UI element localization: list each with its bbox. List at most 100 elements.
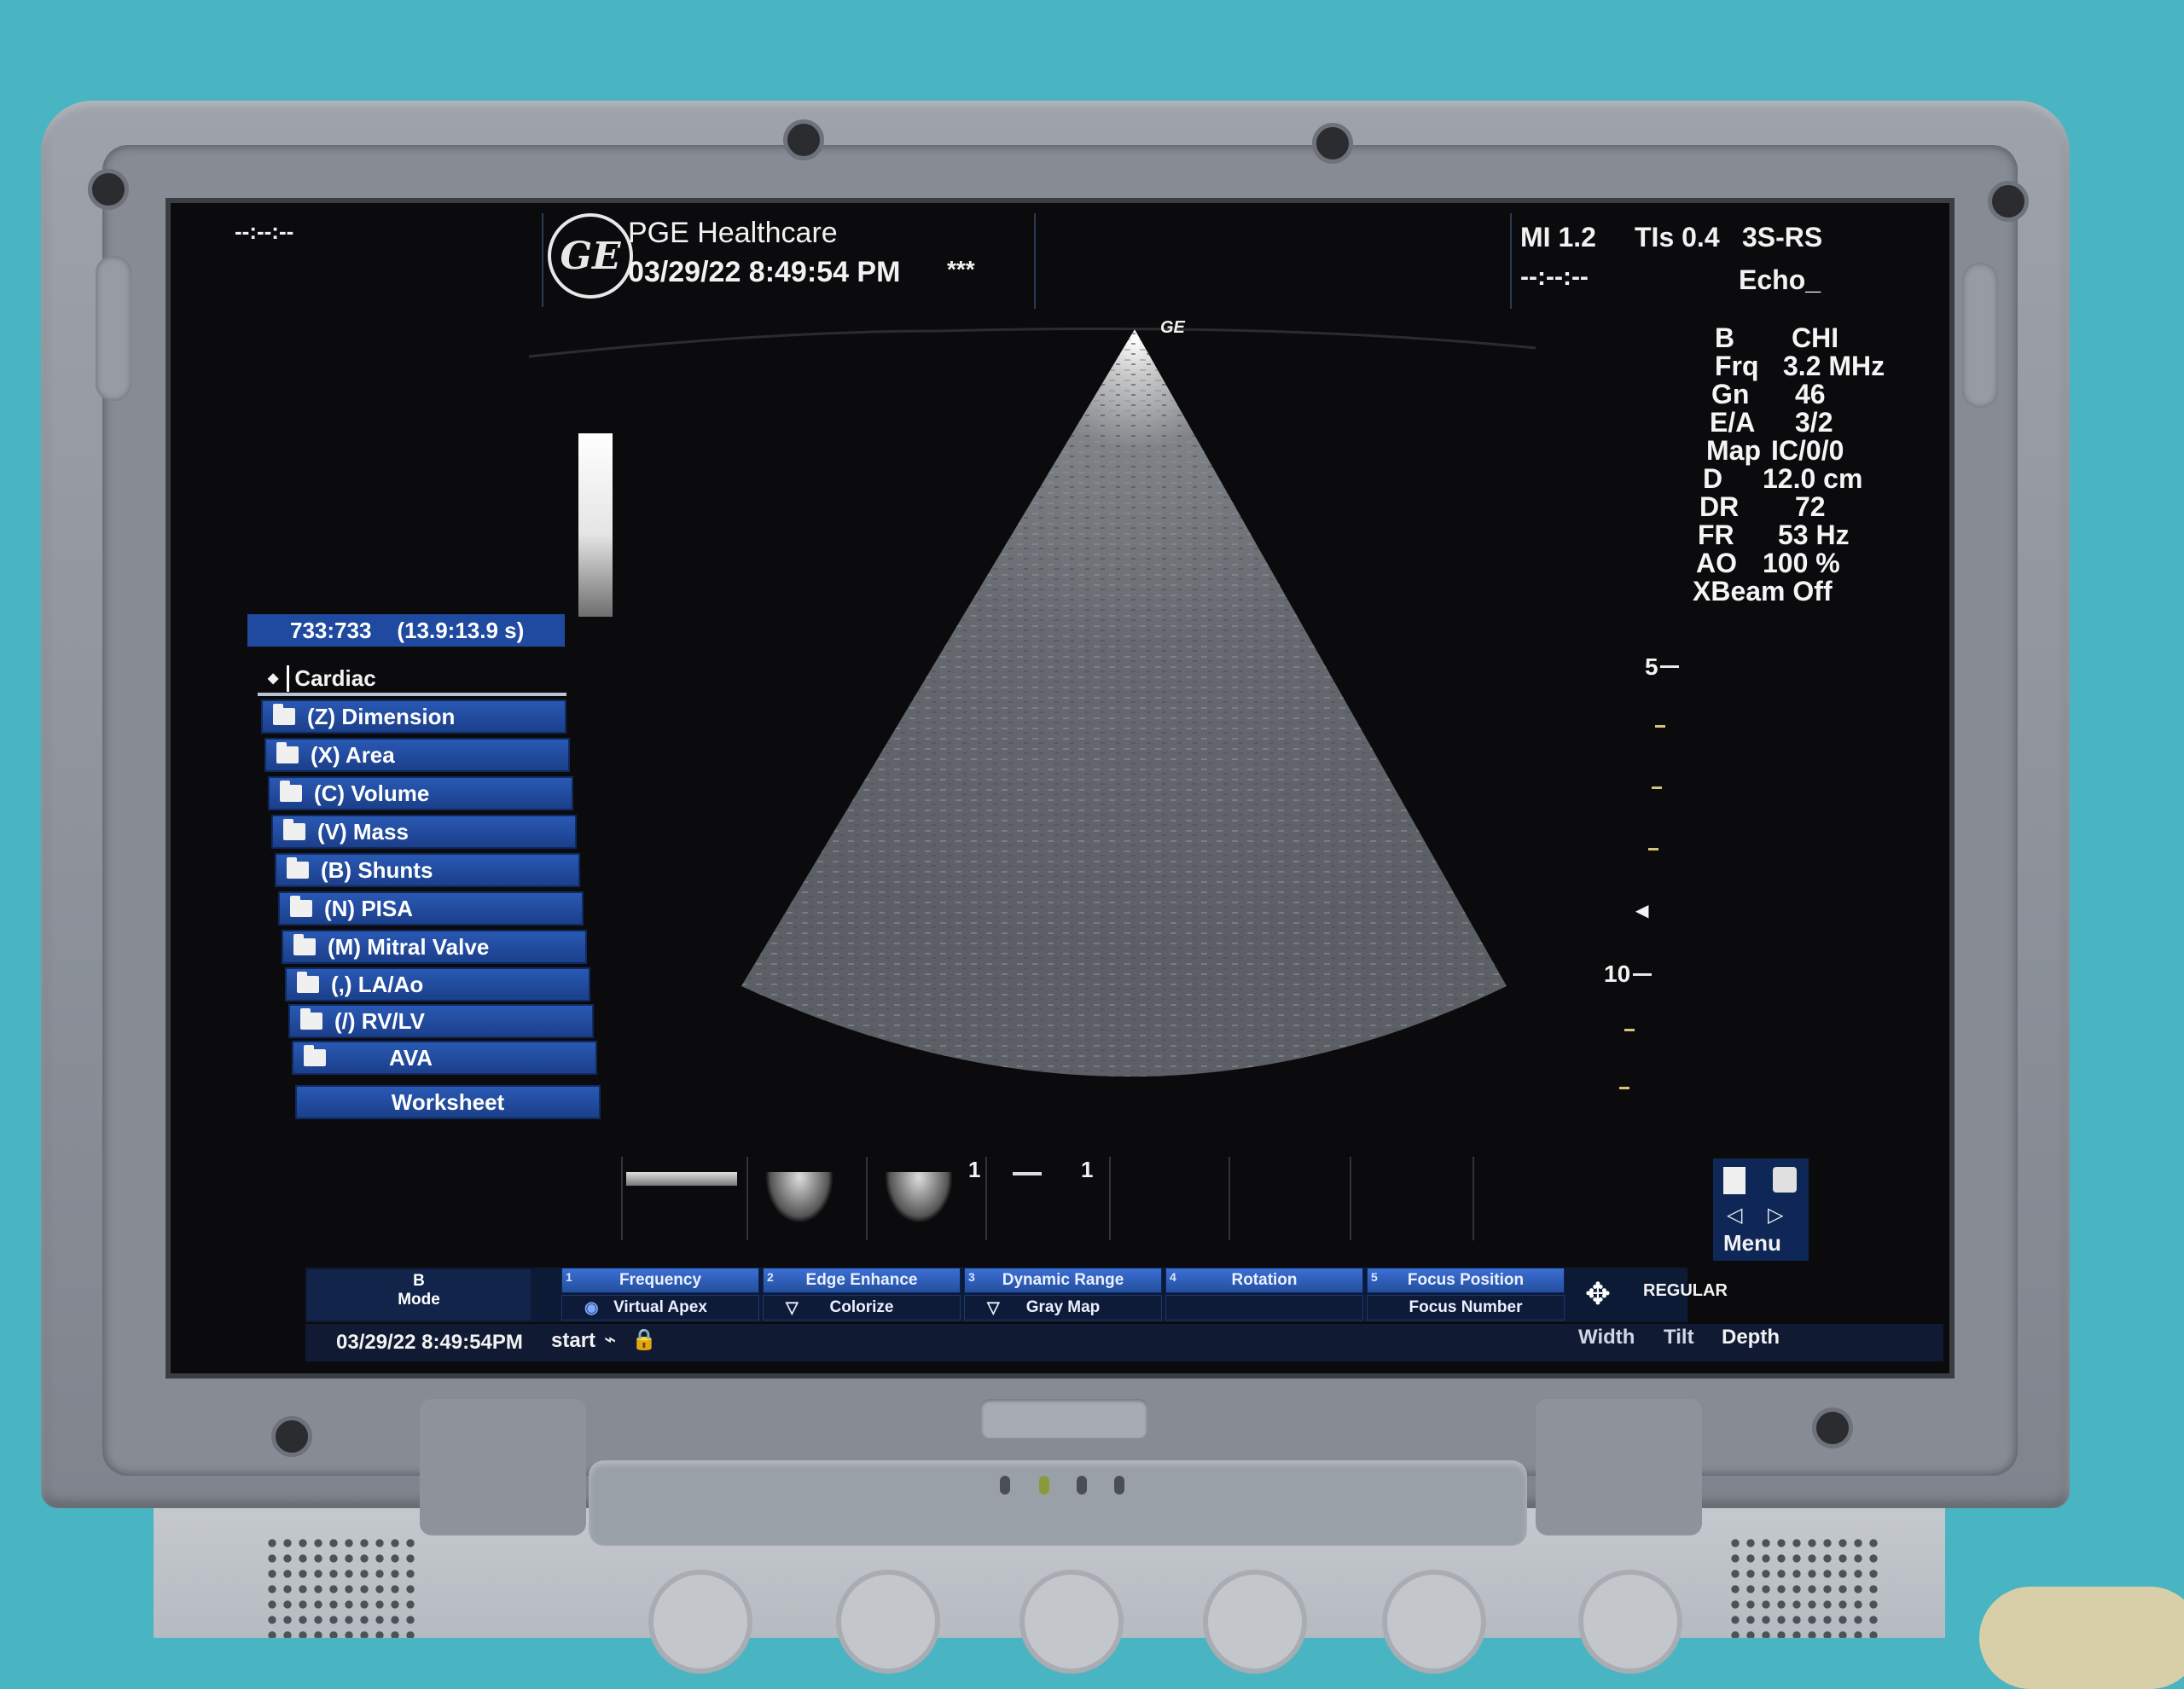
measure-item-label: (V) Mass xyxy=(317,818,409,844)
softkey-label: Gray Map xyxy=(1025,1298,1101,1316)
softkey-frequency[interactable]: 1 Frequency xyxy=(561,1268,759,1293)
printer-icon[interactable] xyxy=(1773,1167,1797,1193)
sector-speckle xyxy=(741,329,1507,1077)
softkey-virtual-apex[interactable]: ◉ Virtual Apex xyxy=(561,1295,759,1320)
sector-marker-icon: GE xyxy=(1160,318,1185,337)
thumb-image xyxy=(626,1172,737,1186)
control-knob-3[interactable] xyxy=(1019,1570,1124,1674)
control-knob-6[interactable] xyxy=(1578,1570,1682,1674)
folder-icon xyxy=(287,857,309,879)
softkey-focus-position[interactable]: 5 Focus Position xyxy=(1367,1268,1565,1293)
regular-label: REGULAR xyxy=(1643,1281,1728,1300)
side-slot xyxy=(96,256,131,401)
lid-latch[interactable] xyxy=(981,1399,1147,1438)
folder-icon xyxy=(280,781,302,802)
param-value: 46 xyxy=(1795,379,1826,409)
nav-left-icon[interactable]: ◁ xyxy=(1727,1203,1742,1228)
speaker-grille-left xyxy=(264,1535,418,1638)
param-label: Gn xyxy=(1711,379,1750,409)
worksheet-button[interactable]: Worksheet xyxy=(295,1085,601,1119)
softkey-edge-enhance[interactable]: 2 Edge Enhance xyxy=(763,1268,961,1293)
measure-item-area[interactable]: (X) Area xyxy=(264,738,570,772)
softkey-empty[interactable] xyxy=(1165,1295,1363,1320)
param-value: 100 % xyxy=(1763,548,1840,578)
control-knob-1[interactable] xyxy=(648,1570,752,1674)
softkey-number: 4 xyxy=(1170,1270,1176,1284)
folder-icon xyxy=(290,896,312,917)
measure-item-ava[interactable]: AVA xyxy=(292,1041,597,1075)
hinge-right xyxy=(1536,1399,1702,1535)
width-label: Width xyxy=(1578,1326,1635,1349)
status-datetime: 03/29/22 8:49:54PM xyxy=(336,1331,523,1354)
softkey-focus-number[interactable]: Focus Number xyxy=(1367,1295,1565,1320)
thumb-image xyxy=(765,1172,834,1223)
document-icon[interactable] xyxy=(1723,1167,1745,1194)
measure-item-rv-lv[interactable]: (/) RV/LV xyxy=(288,1004,594,1038)
softkey-rotation[interactable]: 4 Rotation xyxy=(1165,1268,1363,1293)
softkey-gray-map[interactable]: ▽ Gray Map xyxy=(964,1295,1162,1320)
screw-icon xyxy=(1812,1408,1853,1448)
measure-item-pisa[interactable]: (N) PISA xyxy=(278,891,584,926)
clip-thumbnail[interactable] xyxy=(1228,1157,1351,1240)
measure-item-label: (B) Shunts xyxy=(321,856,433,883)
indicator-led xyxy=(1039,1476,1049,1495)
folder-icon xyxy=(273,704,295,725)
bullet-icon: ◆ xyxy=(268,671,279,686)
measure-item-label: (C) Volume xyxy=(314,780,430,806)
clip-thumbnail[interactable] xyxy=(1472,1157,1597,1240)
cine-time: (13.9:13.9 s) xyxy=(397,617,525,643)
measure-item-label: (M) Mitral Valve xyxy=(328,933,490,960)
clip-thumbnail[interactable] xyxy=(1350,1157,1474,1240)
focus-marker-icon: ◂ xyxy=(1636,897,1649,923)
measure-item-mitral-valve[interactable]: (M) Mitral Valve xyxy=(282,930,587,964)
softkey-colorize[interactable]: ▽ Colorize xyxy=(763,1295,961,1320)
depth-tick xyxy=(1652,786,1662,789)
control-knob-2[interactable] xyxy=(836,1570,940,1674)
depth-tick xyxy=(1655,725,1665,728)
measure-item-volume[interactable]: (C) Volume xyxy=(268,776,573,810)
softkey-label: Rotation xyxy=(1231,1271,1298,1289)
clip-thumbnail[interactable] xyxy=(746,1157,868,1240)
softkey-dynamic-range[interactable]: 3 Dynamic Range xyxy=(964,1268,1162,1293)
clip-thumbnail[interactable] xyxy=(1109,1157,1230,1240)
folder-icon xyxy=(300,1008,322,1030)
screw-icon xyxy=(1312,123,1353,164)
measure-item-la-ao[interactable]: (,) LA/Ao xyxy=(285,967,590,1001)
lock-icon: 🔒 xyxy=(631,1328,657,1351)
clip-thumbnail[interactable] xyxy=(621,1157,746,1240)
param-label: Map xyxy=(1706,435,1761,466)
clip-thumbnail[interactable]: 1 xyxy=(985,1157,1111,1240)
param-label: E/A xyxy=(1710,407,1756,438)
hinge-left xyxy=(420,1399,586,1535)
dial-icon: ▽ xyxy=(987,1298,1000,1317)
param-value: 3/2 xyxy=(1795,407,1833,438)
clip-thumbnail[interactable]: 1 xyxy=(866,1157,987,1240)
measure-item-label: (/) RV/LV xyxy=(334,1007,425,1034)
measure-item-label: (,) LA/Ao xyxy=(331,971,424,997)
param-value: 53 Hz xyxy=(1778,519,1850,550)
start-button[interactable]: start xyxy=(551,1329,595,1353)
menu-label: Menu xyxy=(1723,1230,1781,1256)
measure-category[interactable]: ◆ Cardiac xyxy=(258,664,566,696)
cine-counter: 733:733 (13.9:13.9 s) xyxy=(247,614,565,647)
depth-label: Depth xyxy=(1722,1326,1780,1349)
mode-button[interactable]: B Mode xyxy=(307,1269,531,1320)
measure-item-label: AVA xyxy=(389,1044,433,1071)
control-knob-4[interactable] xyxy=(1203,1570,1307,1674)
control-knob-5[interactable] xyxy=(1382,1570,1486,1674)
depth-tick xyxy=(1633,973,1652,976)
depth-tick xyxy=(1648,848,1658,850)
speaker-grille-right xyxy=(1728,1535,1881,1638)
measure-item-mass[interactable]: (V) Mass xyxy=(271,815,577,849)
param-value: 12.0 cm xyxy=(1763,463,1863,494)
param-value: CHI xyxy=(1792,322,1839,353)
measure-item-dimension[interactable]: (Z) Dimension xyxy=(261,699,566,734)
hinge-bar xyxy=(589,1460,1527,1546)
trackball-icon[interactable]: ✥ xyxy=(1570,1268,1626,1320)
menu-panel: ◁ ▷ Menu xyxy=(1713,1158,1809,1261)
indicator-led xyxy=(1077,1476,1087,1495)
measure-item-shunts[interactable]: (B) Shunts xyxy=(275,853,580,887)
softkey-label: Edge Enhance xyxy=(805,1271,918,1289)
nav-right-icon[interactable]: ▷ xyxy=(1768,1203,1783,1228)
thumb-image xyxy=(885,1172,953,1223)
